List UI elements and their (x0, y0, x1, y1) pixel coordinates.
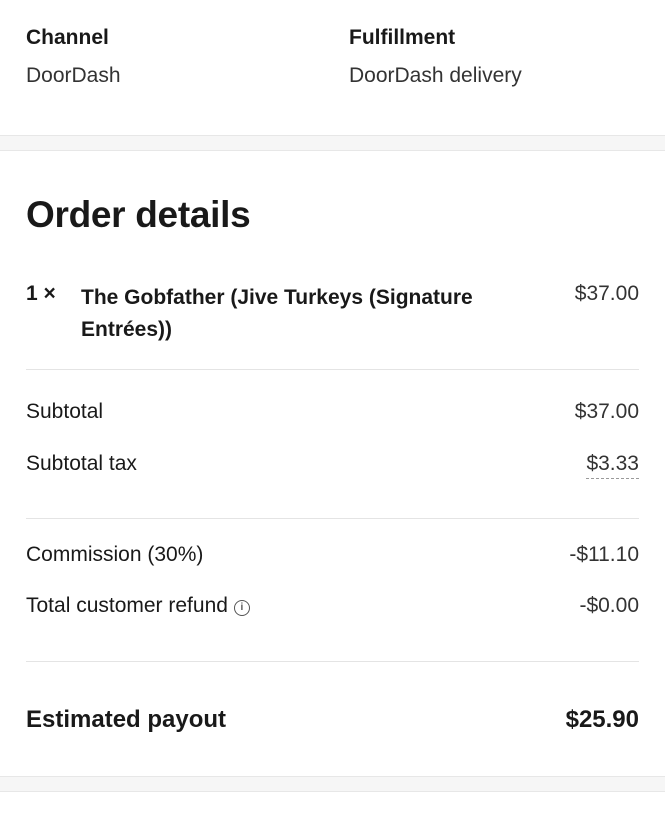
divider (26, 661, 639, 662)
refund-row: Total customer refund i -$0.00 (26, 594, 639, 624)
refund-label: Total customer refund (26, 594, 228, 617)
fulfillment-value: DoorDash delivery (349, 64, 522, 87)
divider (26, 369, 639, 370)
commission-row: Commission (30%) -$11.10 (26, 543, 639, 573)
commission-label: Commission (30%) (26, 543, 204, 566)
list-item[interactable]: 1 × The Gobfather (Jive Turkeys (Signatu… (26, 282, 639, 352)
item-price: $37.00 (574, 282, 639, 305)
refund-label-wrap: Total customer refund i (26, 594, 250, 618)
payout-label: Estimated payout (26, 706, 227, 733)
order-info-card: Channel DoorDash Fulfillment DoorDash de… (0, 0, 665, 135)
info-icon[interactable]: i (233, 600, 250, 616)
divider (26, 518, 639, 519)
channel-info: Channel DoorDash (26, 26, 121, 88)
payout-value: $25.90 (565, 706, 639, 733)
subtotal-label: Subtotal (26, 400, 104, 423)
page-title: Order details (26, 194, 251, 235)
section-divider (0, 776, 665, 792)
subtotal-tax-label: Subtotal tax (26, 452, 137, 475)
item-name: The Gobfather (Jive Turkeys (Signature E… (81, 286, 473, 341)
subtotal-tax-row: Subtotal tax $3.33 (26, 452, 639, 484)
commission-value: -$11.10 (569, 543, 639, 566)
refund-value: -$0.00 (579, 594, 639, 617)
section-divider (0, 135, 665, 151)
channel-label: Channel (26, 26, 109, 49)
subtotal-row: Subtotal $37.00 (26, 400, 639, 430)
subtotal-tax-value[interactable]: $3.33 (586, 452, 639, 479)
channel-value: DoorDash (26, 64, 121, 87)
estimated-payout-row: Estimated payout $25.90 (26, 706, 639, 740)
fulfillment-info: Fulfillment DoorDash delivery (349, 26, 522, 88)
subtotal-value: $37.00 (574, 400, 639, 423)
fulfillment-label: Fulfillment (349, 26, 456, 49)
item-quantity: 1 × (26, 282, 56, 305)
